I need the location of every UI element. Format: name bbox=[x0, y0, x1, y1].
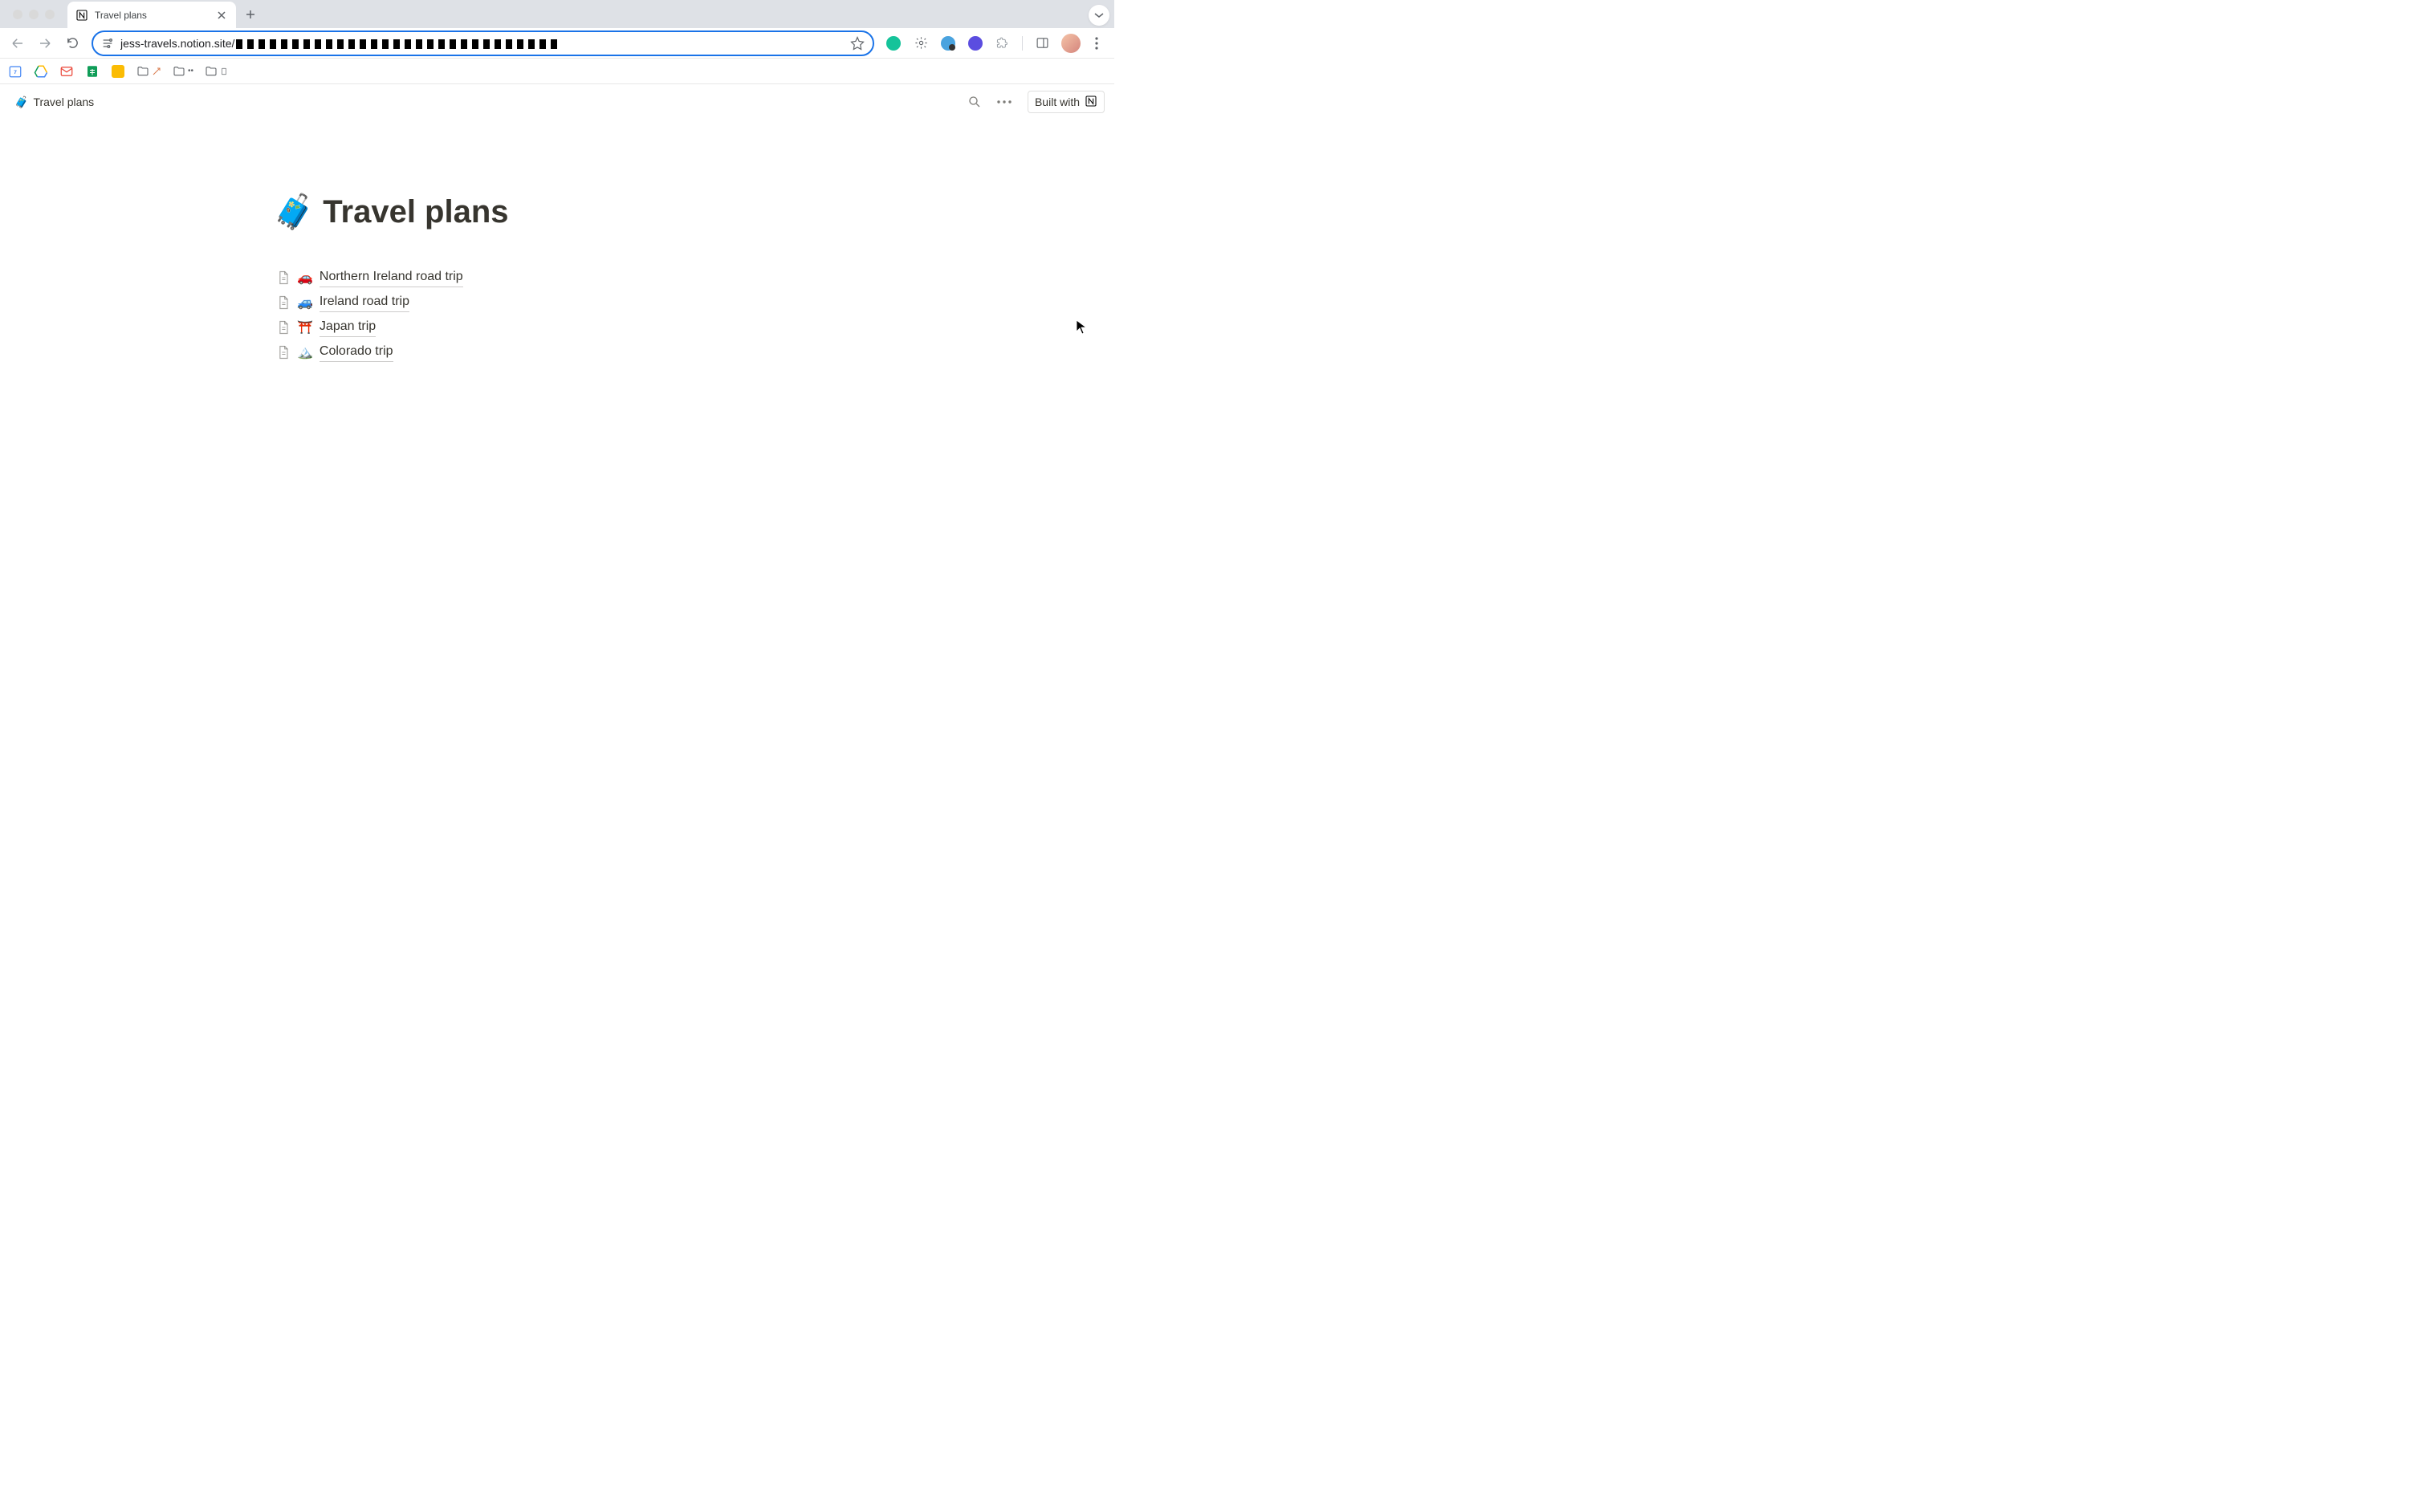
new-tab-button[interactable] bbox=[239, 3, 262, 26]
page-link-label: Ireland road trip bbox=[320, 292, 409, 312]
bookmark-yellow[interactable] bbox=[109, 61, 127, 82]
page-title-row: 🧳 Travel plans bbox=[273, 193, 841, 231]
luggage-emoji-icon[interactable]: 🧳 bbox=[273, 195, 315, 229]
car-emoji-icon: 🚗 bbox=[297, 270, 313, 286]
shrine-emoji-icon: ⛩️ bbox=[297, 319, 313, 335]
reload-button[interactable] bbox=[61, 32, 83, 55]
bookmark-drive[interactable] bbox=[32, 61, 50, 82]
browser-toolbar: jess-travels.notion.site/ bbox=[0, 28, 1114, 59]
google-drive-icon bbox=[34, 64, 48, 79]
page-link-northern-ireland[interactable]: 🚗 Northern Ireland road trip bbox=[273, 265, 841, 290]
page-link-label: Colorado trip bbox=[320, 342, 393, 362]
site-settings-icon[interactable] bbox=[101, 37, 114, 50]
bookmark-gmail[interactable] bbox=[58, 61, 75, 82]
back-button[interactable] bbox=[6, 32, 29, 55]
suv-emoji-icon: 🚙 bbox=[297, 295, 313, 311]
page-link-colorado[interactable]: 🏔️ Colorado trip bbox=[273, 339, 841, 364]
browser-tab[interactable]: Travel plans bbox=[67, 2, 236, 28]
browser-tab-strip: Travel plans bbox=[0, 0, 1114, 28]
page-link-label: Northern Ireland road trip bbox=[320, 267, 463, 287]
extension-gear-icon[interactable] bbox=[910, 32, 932, 55]
window-close-light[interactable] bbox=[13, 10, 22, 19]
profile-avatar[interactable] bbox=[1061, 34, 1081, 53]
built-with-notion-button[interactable]: Built with bbox=[1028, 91, 1105, 113]
tabs-dropdown-button[interactable] bbox=[1089, 5, 1109, 26]
address-bar[interactable]: jess-travels.notion.site/ bbox=[92, 30, 874, 56]
page-link-japan[interactable]: ⛩️ Japan trip bbox=[273, 315, 841, 339]
url-text: jess-travels.notion.site/ bbox=[120, 37, 844, 50]
notion-favicon-icon bbox=[75, 9, 88, 22]
tab-close-button[interactable] bbox=[215, 9, 228, 22]
mouse-cursor-icon bbox=[1076, 319, 1087, 335]
breadcrumb-label: Travel plans bbox=[33, 96, 94, 108]
bookmark-star-icon[interactable] bbox=[850, 36, 865, 51]
window-zoom-light[interactable] bbox=[45, 10, 55, 19]
folder-icon: •• bbox=[173, 65, 193, 78]
notion-topbar-actions: Built with bbox=[962, 91, 1105, 113]
extensions-puzzle-icon[interactable] bbox=[991, 32, 1014, 55]
bookmark-folder-2[interactable]: •• bbox=[171, 61, 195, 82]
page-icon bbox=[275, 319, 292, 336]
page-link-ireland[interactable]: 🚙 Ireland road trip bbox=[273, 290, 841, 315]
extension-purple-circle-icon[interactable] bbox=[964, 32, 987, 55]
gmail-icon bbox=[59, 64, 74, 79]
url-redacted bbox=[236, 39, 557, 49]
bookmark-folder-1[interactable] bbox=[135, 61, 163, 82]
macos-traffic-lights bbox=[6, 10, 61, 28]
browser-menu-button[interactable] bbox=[1085, 32, 1108, 55]
notion-logo-icon bbox=[1085, 95, 1097, 110]
bookmarks-bar: 7 •• bbox=[0, 59, 1114, 84]
folder-icon bbox=[205, 65, 228, 78]
luggage-emoji-icon: 🧳 bbox=[14, 96, 28, 109]
mountain-emoji-icon: 🏔️ bbox=[297, 344, 313, 360]
breadcrumb[interactable]: 🧳 Travel plans bbox=[10, 92, 99, 112]
forward-button[interactable] bbox=[34, 32, 56, 55]
built-with-label: Built with bbox=[1035, 96, 1080, 108]
svg-text:7: 7 bbox=[14, 70, 17, 75]
yellow-app-icon bbox=[111, 64, 125, 79]
notion-topbar: 🧳 Travel plans Built with bbox=[0, 84, 1114, 120]
bookmark-folder-3[interactable] bbox=[203, 61, 230, 82]
bookmark-sheets[interactable] bbox=[83, 61, 101, 82]
window-minimize-light[interactable] bbox=[29, 10, 39, 19]
separator bbox=[1022, 36, 1023, 51]
page-icon bbox=[275, 294, 292, 311]
page-icon bbox=[275, 343, 292, 361]
page-title[interactable]: Travel plans bbox=[323, 193, 508, 231]
bookmark-calendar[interactable]: 7 bbox=[6, 61, 24, 82]
side-panel-icon[interactable] bbox=[1031, 32, 1053, 55]
extension-grammarly-icon[interactable] bbox=[882, 32, 905, 55]
tab-title: Travel plans bbox=[95, 10, 209, 21]
search-button[interactable] bbox=[962, 91, 988, 113]
page-link-label: Japan trip bbox=[320, 317, 376, 337]
notion-page-content: 🧳 Travel plans 🚗 Northern Ireland road t… bbox=[273, 120, 841, 364]
extension-blue-circle-icon[interactable] bbox=[937, 32, 959, 55]
more-options-button[interactable] bbox=[991, 91, 1018, 113]
page-links-list: 🚗 Northern Ireland road trip 🚙 Ireland r… bbox=[273, 265, 841, 364]
folder-icon bbox=[136, 65, 161, 78]
page-icon bbox=[275, 269, 292, 287]
google-sheets-icon bbox=[85, 64, 100, 79]
google-calendar-icon: 7 bbox=[8, 64, 22, 79]
